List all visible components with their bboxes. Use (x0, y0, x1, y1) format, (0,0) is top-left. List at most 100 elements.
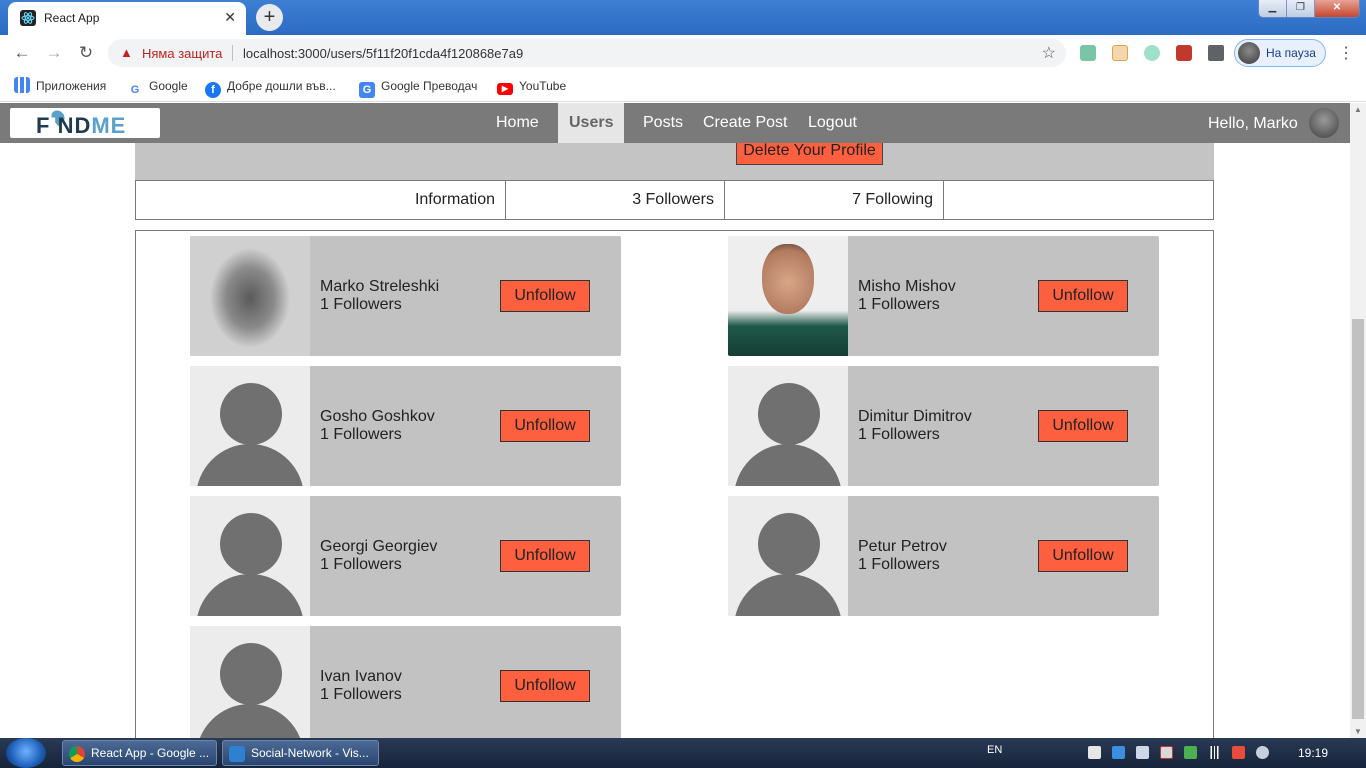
nav-logout[interactable]: Logout (808, 103, 857, 143)
default-avatar-icon (758, 513, 820, 575)
bookmark-apps[interactable]: Приложения (14, 77, 106, 95)
browser-menu-icon[interactable]: ⋮ (1338, 43, 1354, 63)
default-avatar-body (734, 574, 842, 616)
user-name[interactable]: Dimitur Dimitrov (858, 408, 972, 426)
window-controls: ▁ ❐ ✕ (1258, 0, 1360, 18)
logo-text: FINDME (36, 113, 126, 139)
user-name[interactable]: Marko Streleshki (320, 278, 439, 296)
close-window-icon[interactable]: ✕ (1315, 0, 1359, 17)
new-tab-button[interactable]: + (256, 4, 283, 31)
volume-icon[interactable] (1256, 746, 1269, 759)
profile-status: На пауза (1266, 46, 1316, 60)
page-scrollbar[interactable]: ▲ ▼ (1350, 103, 1366, 738)
user-followers-count: 1 Followers (320, 686, 402, 703)
dropbox-icon[interactable] (1112, 746, 1125, 759)
taskbar-item-chrome[interactable]: React App - Google ... (62, 740, 217, 766)
nav-create-post[interactable]: Create Post (703, 103, 787, 143)
battery-icon[interactable] (1184, 746, 1197, 759)
address-bar[interactable]: ▲ Няма защита localhost:3000/users/5f11f… (108, 39, 1066, 67)
unfollow-button[interactable]: Unfollow (500, 280, 590, 312)
network-signal-icon[interactable] (1208, 746, 1221, 759)
unfollow-button[interactable]: Unfollow (500, 540, 590, 572)
unfollow-button[interactable]: Unfollow (1038, 540, 1128, 572)
unfollow-button[interactable]: Unfollow (1038, 410, 1128, 442)
translate-icon: G (359, 82, 375, 98)
delete-profile-button[interactable]: Delete Your Profile (736, 143, 883, 165)
user-greeting: Hello, Marko (1208, 115, 1298, 132)
face-shape (762, 244, 814, 314)
tab-information[interactable]: Information (136, 181, 506, 219)
close-tab-icon[interactable]: ✕ (224, 9, 236, 26)
unfollow-button[interactable]: Unfollow (500, 410, 590, 442)
scroll-up-icon[interactable]: ▲ (1354, 105, 1362, 114)
bookmark-label: YouTube (519, 79, 567, 93)
system-clock[interactable]: 19:19 (1298, 746, 1328, 760)
bookmark-label: Приложения (36, 79, 107, 93)
forward-arrow-icon[interactable]: → (42, 41, 66, 65)
default-avatar-icon (758, 383, 820, 445)
bookmark-facebook[interactable]: f Добре дошли във... (205, 77, 336, 98)
default-avatar-body (196, 574, 304, 616)
default-avatar-icon (220, 513, 282, 575)
default-avatar-icon (220, 643, 282, 705)
unfollow-button[interactable]: Unfollow (1038, 280, 1128, 312)
facebook-icon: f (205, 82, 221, 98)
back-arrow-icon[interactable]: ← (10, 41, 34, 65)
user-photo (190, 366, 310, 486)
extensions-puzzle-icon[interactable] (1208, 45, 1224, 61)
tab-following[interactable]: 7 Following (725, 181, 944, 219)
user-followers-count: 1 Followers (858, 296, 940, 313)
user-card: Misho Mishov 1 Followers Unfollow (728, 236, 1159, 356)
security-warning[interactable]: Няма защита (142, 46, 222, 61)
user-name[interactable]: Ivan Ivanov (320, 668, 402, 686)
scroll-down-icon[interactable]: ▼ (1354, 727, 1362, 736)
unfollow-button[interactable]: Unfollow (500, 670, 590, 702)
findme-logo[interactable]: FINDME (10, 107, 160, 139)
nav-home[interactable]: Home (496, 103, 539, 143)
extension-target-icon[interactable] (1144, 45, 1160, 61)
extension-evernote-icon[interactable] (1080, 45, 1096, 61)
extension-notes-icon[interactable] (1112, 45, 1128, 61)
user-avatar[interactable] (1309, 108, 1339, 138)
tray-app-icon[interactable] (1088, 746, 1101, 759)
language-indicator[interactable]: EN (987, 744, 1002, 756)
bookmark-label: Google (149, 79, 188, 93)
reload-icon[interactable]: ↻ (74, 41, 98, 65)
default-avatar-body (196, 704, 304, 738)
url-text[interactable]: localhost:3000/users/5f11f20f1cda4f12086… (243, 46, 523, 61)
user-name[interactable]: Georgi Georgiev (320, 538, 437, 556)
bookmark-star-icon[interactable]: ☆ (1042, 43, 1056, 63)
extension-puzzle-red-icon[interactable] (1176, 45, 1192, 61)
user-name[interactable]: Gosho Goshkov (320, 408, 435, 426)
browser-tab[interactable]: React App ✕ (8, 2, 246, 35)
app-navbar: FINDME Home Users Posts Create Post Logo… (0, 103, 1366, 143)
taskbar-item-label: Social-Network - Vis... (251, 746, 369, 760)
bookmark-google[interactable]: G Google (127, 77, 188, 96)
user-name[interactable]: Misho Mishov (858, 278, 956, 296)
tab-followers[interactable]: 3 Followers (506, 181, 725, 219)
page-content: Delete Your Profile Information 3 Follow… (0, 143, 1350, 738)
nav-posts[interactable]: Posts (643, 103, 683, 143)
bookmark-label: Добре дошли във... (227, 79, 336, 93)
google-icon: G (130, 84, 140, 96)
react-icon (20, 10, 36, 26)
omnibox-divider (232, 45, 233, 61)
profile-button[interactable]: На пауза (1234, 39, 1326, 67)
bookmarks-bar: Приложения G Google f Добре дошли във... G… (0, 71, 1366, 102)
windows-taskbar: React App - Google ... Social-Network - … (0, 738, 1366, 768)
maximize-icon[interactable]: ❐ (1287, 0, 1315, 17)
nav-users[interactable]: Users (558, 103, 625, 143)
browser-toolbar: ← → ↻ ▲ Няма защита localhost:3000/users… (0, 35, 1366, 71)
user-name[interactable]: Petur Petrov (858, 538, 947, 556)
scroll-thumb[interactable] (1352, 319, 1364, 719)
bookmark-youtube[interactable]: ▶ YouTube (497, 77, 566, 95)
minimize-icon[interactable]: ▁ (1259, 0, 1287, 17)
tray-alert-icon[interactable] (1232, 746, 1245, 759)
default-avatar-body (734, 444, 842, 486)
bookmark-translate[interactable]: G Google Преводач (359, 77, 477, 98)
action-center-icon[interactable] (1160, 746, 1173, 759)
windows-start-icon[interactable] (6, 738, 46, 768)
profile-header: Delete Your Profile (135, 143, 1214, 181)
taskbar-item-vscode[interactable]: Social-Network - Vis... (222, 740, 379, 766)
tray-device-icon[interactable] (1136, 746, 1149, 759)
